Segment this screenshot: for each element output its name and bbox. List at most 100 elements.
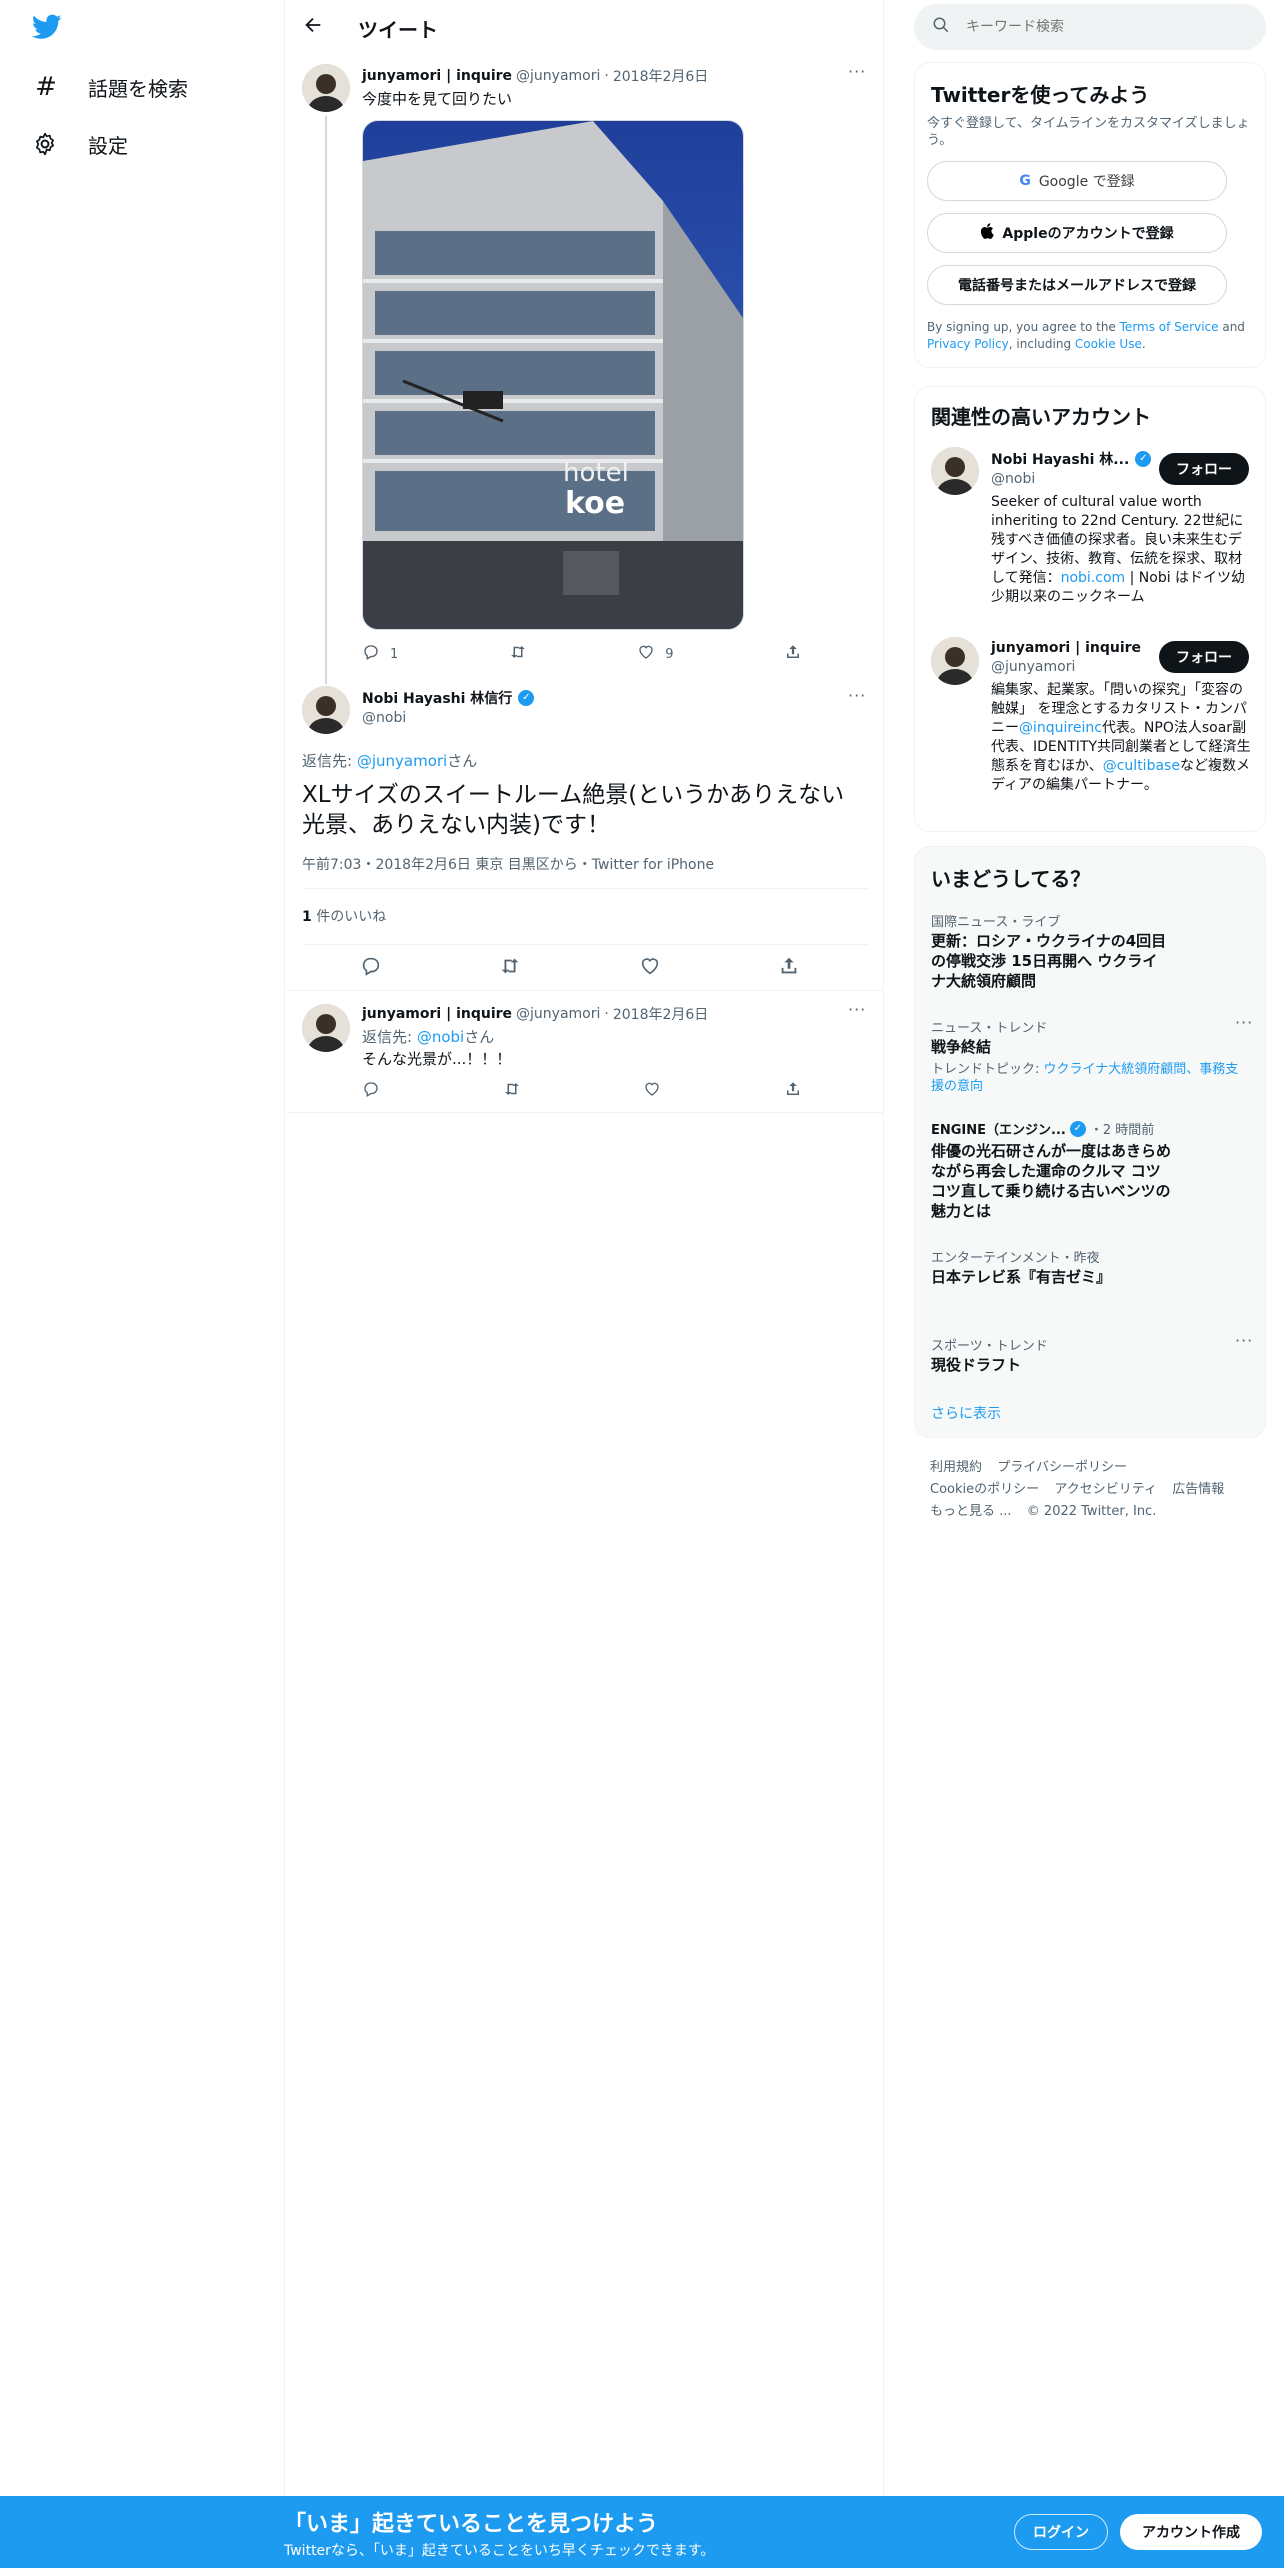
more-icon[interactable]: ··· [1235,1013,1253,1032]
signup-title: Twitterを使ってみよう [931,83,1150,107]
footer-accessibility-link[interactable]: アクセシビリティ [1054,1482,1157,1497]
search-input[interactable] [966,19,1226,35]
bottom-bar-subtitle: Twitterなら、「いま」起きていることをいち早くチェックできます。 [284,2543,715,2559]
follow-button[interactable]: フォロー [1159,453,1249,485]
page-header: ツイート [286,0,884,54]
avatar[interactable] [302,1004,350,1052]
share-icon [784,643,802,665]
reply-icon [362,1080,380,1102]
display-name[interactable]: Nobi Hayashi 林... [991,449,1129,469]
handle[interactable]: @junyamori [991,659,1075,675]
reply-to-link[interactable]: @junyamori [357,752,447,770]
show-more-link[interactable]: さらに表示 [931,1403,1001,1423]
handle[interactable]: @junyamori [516,1006,600,1022]
nav-settings[interactable]: 設定 [32,130,128,159]
trend-time: ・2 時間前 [1089,1123,1155,1138]
tweet-date[interactable]: 2018年2月6日 [613,1004,708,1024]
avatar[interactable] [302,686,350,734]
handle[interactable]: @nobi [362,710,406,726]
likes-label: 件のいいね [311,909,387,925]
handle[interactable]: @nobi [991,471,1035,487]
share-button[interactable] [778,955,800,981]
like-button[interactable]: 9 [637,643,674,665]
tweet-date[interactable]: 2018年2月6日 [613,66,708,86]
retweet-button[interactable] [509,643,527,665]
reply-to-suffix: さん [447,752,478,770]
reply-button[interactable] [362,1080,380,1102]
search-box[interactable] [914,4,1266,50]
divider [302,888,868,889]
hotel-sign: hotel [563,458,629,488]
bio-link[interactable]: nobi.com [1061,570,1126,586]
likes-summary[interactable]: 1 件のいいね [302,906,386,926]
reply-context: 返信先: @junyamoriさん [302,750,477,771]
signup-button[interactable]: アカウント作成 [1120,2514,1262,2550]
retweet-button[interactable] [499,955,521,981]
related-accounts-card: 関連性の高いアカウント Nobi Hayashi 林... ✓ @nobi フォ… [914,386,1266,832]
nav-settings-label: 設定 [88,134,128,158]
footer-cookie-link[interactable]: Cookieのポリシー [930,1482,1039,1497]
display-name[interactable]: Nobi Hayashi 林信行 [362,688,512,708]
avatar[interactable] [302,64,350,112]
follow-button[interactable]: フォロー [1159,641,1249,673]
more-icon[interactable]: ··· [848,686,866,705]
legal-text: . [1141,337,1146,351]
trend-category: エンターテインメント・昨夜 [931,1251,1100,1266]
left-navigation: # 話題を検索 設定 [0,0,285,2568]
trends-card: いまどうしてる？ 国際ニュース・ライブ 更新：ロシア・ウクライナの4回目の停戦交… [914,846,1266,1438]
main-column: ツイート junyamori | inquire @junyamori · 20… [286,0,884,2568]
display-name[interactable]: junyamori | inquire [362,1006,512,1022]
trend-title: 日本テレビ系『有吉ゼミ』 [931,1268,1112,1286]
more-icon[interactable]: ··· [1235,1331,1253,1350]
more-icon[interactable]: ··· [848,1000,866,1019]
share-button[interactable] [784,1080,802,1102]
reply-to-link[interactable]: @nobi [417,1028,464,1046]
reply-to-prefix: 返信先: [302,752,357,770]
page-title: ツイート [358,18,438,42]
display-name[interactable]: junyamori | inquire [362,68,512,84]
footer-privacy-link[interactable]: プライバシーポリシー [997,1460,1127,1475]
reply-button[interactable]: 1 [362,643,398,665]
footer-ads-link[interactable]: 広告情報 [1172,1482,1224,1497]
privacy-link[interactable]: Privacy Policy [927,337,1009,351]
trend-category: スポーツ・トレンド [931,1339,1048,1354]
heart-icon [643,1080,661,1102]
more-icon[interactable]: ··· [848,62,866,81]
back-arrow-icon[interactable] [302,14,324,41]
display-name-row: junyamori | inquire [991,637,1141,656]
phone-email-signup-button[interactable]: 電話番号またはメールアドレスで登録 [927,265,1227,305]
avatar[interactable] [931,637,979,685]
twitter-logo-icon[interactable] [31,14,62,44]
tweet-actions [360,955,800,981]
like-button[interactable] [643,1080,661,1102]
footer-more-link[interactable]: もっと見る ... [930,1504,1012,1519]
tweet-meta[interactable]: 午前7:03・2018年2月6日 東京 目黒区から・Twitter for iP… [302,854,714,874]
trend-category: ENGINE（エンジン... [931,1123,1066,1138]
reply-to-prefix: 返信先: [362,1028,417,1046]
share-button[interactable] [784,643,802,665]
avatar[interactable] [931,447,979,495]
tweet-text: XLサイズのスイートルーム絶景(というかありえない光景、ありえない内装)です！ [302,782,845,838]
reply-icon [362,643,380,665]
apple-signup-button[interactable]: Appleのアカウントで登録 [927,213,1227,253]
bio-link[interactable]: @inquireinc [1019,720,1102,736]
google-signup-button[interactable]: G Google で登録 [927,161,1227,201]
login-button[interactable]: ログイン [1014,2514,1108,2550]
handle[interactable]: @junyamori [516,68,600,84]
footer-terms-link[interactable]: 利用規約 [930,1460,982,1475]
legal-text: and [1218,320,1245,334]
tweet-actions [362,1080,802,1102]
cookie-link[interactable]: Cookie Use [1075,337,1142,351]
reply-context: 返信先: @nobiさん [362,1026,494,1047]
terms-link[interactable]: Terms of Service [1120,320,1219,334]
reply-button[interactable] [360,955,382,981]
retweet-button[interactable] [503,1080,521,1102]
footer-links: 利用規約 プライバシーポリシー Cookieのポリシー アクセシビリティ 広告情… [930,1456,1250,1522]
dot-separator: · [604,1006,609,1022]
display-name[interactable]: junyamori | inquire [991,640,1141,656]
like-button[interactable] [639,955,661,981]
bio-link[interactable]: @cultibase [1103,758,1180,774]
divider [286,1112,884,1113]
nav-explore[interactable]: # 話題を検索 [32,72,188,102]
tweet-image[interactable]: hotel koe [362,120,744,630]
